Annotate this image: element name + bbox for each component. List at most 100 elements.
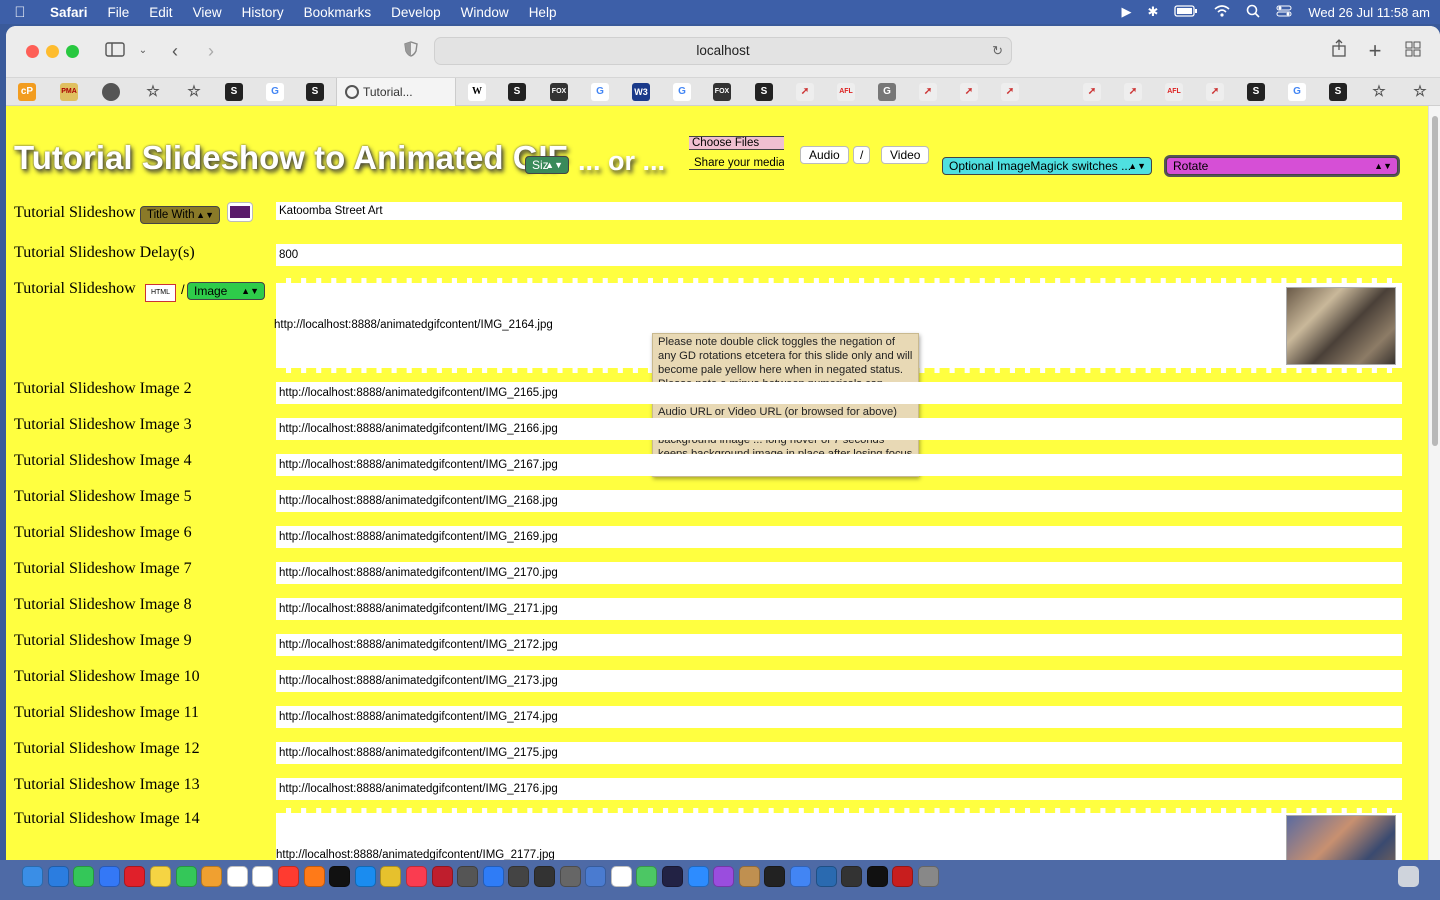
share-media-link[interactable]: Share your media — [689, 156, 784, 170]
video-button[interactable]: Video — [881, 146, 930, 164]
star-fav-icon-4[interactable]: ☆ — [1411, 83, 1429, 101]
vpn-icon[interactable] — [815, 866, 837, 887]
back-button[interactable]: ‹ — [162, 39, 188, 63]
wikipedia-fav-icon[interactable]: W — [468, 83, 486, 101]
audio-button[interactable]: Audio — [800, 146, 849, 164]
trash-icon[interactable] — [1398, 866, 1419, 887]
rotate-select[interactable]: Rotate ▲▼ — [1166, 157, 1398, 175]
sidebar-toggle-icon[interactable] — [102, 39, 128, 63]
news-icon[interactable] — [278, 866, 299, 887]
calculator-icon[interactable] — [457, 866, 479, 887]
forward-button[interactable]: › — [198, 39, 224, 63]
facetime-icon[interactable] — [175, 866, 197, 887]
terminal-icon[interactable] — [866, 866, 888, 887]
image-row-input[interactable]: http://localhost:8888/animatedgifcontent… — [276, 526, 1402, 548]
image-row-input[interactable]: http://localhost:8888/animatedgifcontent… — [276, 598, 1402, 620]
menu-clock[interactable]: Wed 26 Jul 11:58 am — [1308, 5, 1430, 20]
w3-fav-icon[interactable]: W3 — [632, 83, 650, 101]
safari-icon[interactable] — [47, 866, 69, 887]
firefox-icon[interactable] — [303, 866, 325, 887]
zoom-icon[interactable] — [687, 866, 709, 887]
finder-icon[interactable] — [22, 866, 43, 887]
size-select[interactable]: Siz ▲▼ — [525, 156, 569, 174]
image-row-input[interactable]: http://localhost:8888/animatedgifcontent… — [276, 562, 1402, 584]
bbedit-icon[interactable] — [508, 866, 530, 887]
star-fav-icon-2[interactable]: ☆ — [185, 83, 203, 101]
reload-icon[interactable]: ↻ — [992, 38, 1003, 64]
privacy-shield-icon[interactable] — [398, 39, 424, 63]
sports-fav-icon-2[interactable]: ➚ — [919, 83, 937, 101]
mail-icon[interactable] — [98, 866, 120, 887]
image-row-input[interactable]: http://localhost:8888/animatedgifcontent… — [276, 742, 1402, 764]
intellij-icon[interactable] — [764, 866, 786, 887]
google-fav-icon-3[interactable]: G — [673, 83, 691, 101]
maps-icon[interactable] — [636, 866, 658, 887]
messages-icon[interactable] — [73, 866, 95, 887]
appletv-icon[interactable] — [329, 866, 351, 887]
podcasts-icon[interactable] — [713, 866, 735, 887]
menu-bookmarks[interactable]: Bookmarks — [294, 5, 382, 20]
image14-container[interactable]: http://localhost:8888/animatedgifcontent… — [276, 808, 1402, 860]
control-center-icon[interactable] — [1276, 5, 1292, 20]
menu-help[interactable]: Help — [519, 5, 567, 20]
reminders-icon[interactable] — [252, 866, 274, 887]
gimp-icon[interactable] — [841, 866, 863, 887]
google-fav-icon-2[interactable]: G — [591, 83, 609, 101]
window-zoom-button[interactable] — [66, 45, 79, 58]
sports-fav-icon-3[interactable]: ➚ — [960, 83, 978, 101]
chrome-2-icon[interactable] — [790, 866, 811, 887]
imagemagick-select[interactable]: Optional ImageMagick switches ... ▲▼ — [942, 157, 1152, 175]
compressor-icon[interactable] — [534, 866, 555, 887]
image-row-input[interactable]: http://localhost:8888/animatedgifcontent… — [276, 382, 1402, 404]
choose-files-button[interactable]: Choose Files — [689, 136, 784, 150]
menu-app-name[interactable]: Safari — [40, 5, 98, 20]
sidebar-menu-chevron-icon[interactable]: ⌄ — [130, 39, 156, 63]
fox-fav-icon-2[interactable]: FOX — [713, 83, 731, 101]
media-slash-button[interactable]: / — [853, 146, 871, 164]
wifi-icon[interactable] — [1214, 4, 1230, 20]
afl-fav-icon-2[interactable]: AFL — [1165, 83, 1183, 101]
preview-icon[interactable] — [585, 866, 607, 887]
apple-menu-icon[interactable]:  — [0, 4, 40, 21]
title-colour-picker[interactable] — [227, 202, 253, 222]
fox-fav-icon[interactable]: FOX — [550, 83, 568, 101]
page-scrollbar-thumb[interactable] — [1432, 116, 1438, 446]
pma-fav-icon[interactable]: PMA — [60, 83, 78, 101]
stickies-icon[interactable] — [738, 866, 760, 887]
sports-fav-icon-7[interactable]: ➚ — [1206, 83, 1224, 101]
notes-icon[interactable] — [150, 866, 171, 887]
filezilla-icon[interactable] — [431, 866, 453, 887]
tab-overview-icon[interactable] — [1400, 39, 1426, 63]
sysprefs-icon[interactable] — [918, 866, 939, 887]
play-status-icon[interactable]: ▶ — [1121, 4, 1131, 20]
html-button[interactable]: HTML — [145, 284, 176, 302]
image-row-input[interactable]: http://localhost:8888/animatedgifcontent… — [276, 490, 1402, 512]
title-with-select[interactable]: Title With ▲▼ — [140, 206, 220, 224]
cpanel-fav-icon[interactable]: cP — [18, 83, 36, 101]
opera-icon[interactable] — [124, 866, 146, 887]
page-scrollbar[interactable] — [1428, 106, 1440, 860]
textedit-icon[interactable] — [610, 866, 632, 887]
sports-fav-icon-6[interactable]: ➚ — [1124, 83, 1142, 101]
image-row-input[interactable]: http://localhost:8888/animatedgifcontent… — [276, 778, 1402, 800]
star-fav-icon-3[interactable]: ☆ — [1370, 83, 1388, 101]
google-fav-icon[interactable]: G — [266, 83, 284, 101]
image-row-input[interactable]: http://localhost:8888/animatedgifcontent… — [276, 418, 1402, 440]
window-minimize-button[interactable] — [46, 45, 59, 58]
github-fav-icon[interactable] — [102, 83, 120, 101]
window-close-button[interactable] — [26, 45, 39, 58]
bluetooth-icon[interactable]: ✱ — [1147, 4, 1158, 20]
menu-edit[interactable]: Edit — [139, 5, 182, 20]
s-fav-icon-2[interactable]: S — [306, 83, 324, 101]
tab-tutorial[interactable]: Tutorial... — [336, 78, 456, 106]
s-fav-icon-6[interactable]: S — [1329, 83, 1347, 101]
pixelmator-icon[interactable] — [662, 866, 683, 887]
s-fav-icon-5[interactable]: S — [1247, 83, 1265, 101]
afl-fav-icon[interactable]: AFL — [837, 83, 855, 101]
s-fav-icon[interactable]: S — [225, 83, 243, 101]
google-fav-icon-4[interactable]: G — [1288, 83, 1306, 101]
sports-fav-icon-5[interactable]: ➚ — [1083, 83, 1101, 101]
menu-view[interactable]: View — [183, 5, 232, 20]
image-row-input[interactable]: http://localhost:8888/animatedgifcontent… — [276, 634, 1402, 656]
image-type-select[interactable]: Image ▲▼ — [187, 282, 265, 300]
